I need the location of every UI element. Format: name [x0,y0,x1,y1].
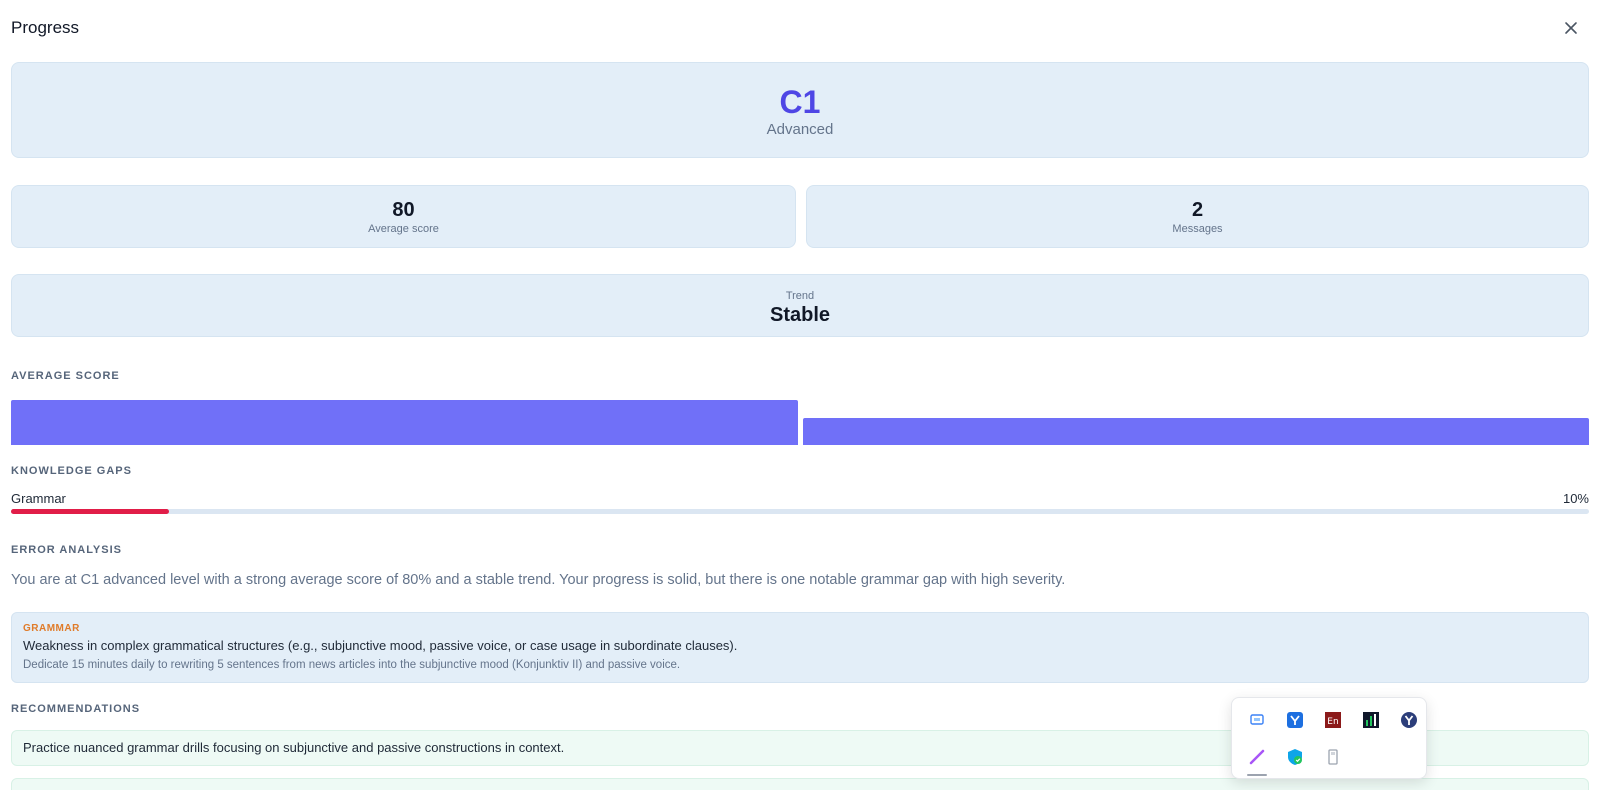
recommendation-item-partial [11,778,1589,790]
system-tray-popup: En [1231,697,1427,779]
pen-icon[interactable] [1245,745,1269,769]
level-card: C1 Advanced [11,62,1589,158]
average-score-section-title: AVERAGE SCORE [11,370,120,382]
svg-text:En: En [1327,717,1338,727]
error-analysis-section-title: ERROR ANALYSIS [11,544,122,556]
error-analysis-summary: You are at C1 advanced level with a stro… [11,572,1066,588]
knowledge-gaps-section-title: KNOWLEDGE GAPS [11,465,132,477]
error-description: Weakness in complex grammatical structur… [23,638,738,653]
yandex-browser-icon[interactable] [1397,708,1421,732]
level-name: Advanced [766,121,834,138]
remote-desktop-icon[interactable] [1245,708,1269,732]
network-monitor-icon[interactable] [1359,708,1383,732]
average-score-bar [802,418,1589,445]
knowledge-gap-track [11,509,1589,514]
close-icon[interactable] [1561,18,1581,38]
recommendations-section-title: RECOMMENDATIONS [11,703,141,715]
trend-card: Trend Stable [11,274,1589,337]
level-code: C1 [779,84,821,120]
average-score-card: 80 Average score [11,185,796,248]
average-score-bar [11,400,798,445]
messages-value: 2 [1191,199,1204,221]
trend-value: Stable [769,304,831,326]
average-score-chart [11,400,1589,445]
panel-title: Progress [11,18,80,37]
tray-active-indicator [1247,774,1267,776]
knowledge-gap-row: Grammar 10% [11,489,1589,519]
error-card: GRAMMAR Weakness in complex grammatical … [11,612,1589,683]
windows-security-icon[interactable] [1283,745,1307,769]
messages-label: Messages [1172,223,1223,235]
knowledge-gap-percent: 10% [1562,491,1589,506]
knowledge-gap-fill [11,509,169,514]
usb-drive-icon[interactable] [1321,745,1345,769]
panel-header: Progress [11,16,1589,40]
dictionary-en-icon[interactable]: En [1321,708,1345,732]
error-tip: Dedicate 15 minutes daily to rewriting 5… [23,659,681,671]
error-category: GRAMMAR [23,623,80,634]
average-score-label: Average score [368,223,439,235]
messages-card: 2 Messages [806,185,1589,248]
trend-label: Trend [785,290,815,302]
average-score-value: 80 [392,199,415,221]
yandex-disk-icon[interactable] [1283,708,1307,732]
knowledge-gap-label: Grammar [11,491,66,506]
